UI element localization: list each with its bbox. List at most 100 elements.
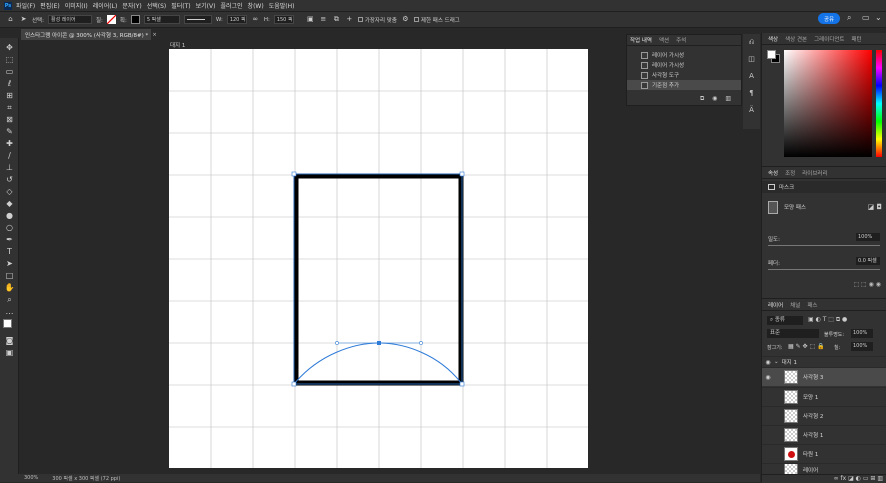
bezier-handle-left[interactable] bbox=[335, 341, 339, 345]
curved-path[interactable] bbox=[293, 342, 463, 385]
healing-brush-tool-icon[interactable]: ✚ bbox=[4, 138, 15, 149]
anchor-point-tr[interactable] bbox=[459, 171, 465, 177]
artboard-group-row[interactable]: ◉ ⌄ 대지 1 bbox=[762, 356, 886, 367]
character-panel-icon[interactable]: A bbox=[743, 72, 760, 84]
move-tool-icon[interactable]: ✥ bbox=[4, 42, 15, 53]
anchor-point-bl[interactable] bbox=[291, 381, 297, 387]
tab-patterns[interactable]: 패턴 bbox=[852, 35, 862, 43]
anchor-point-tl[interactable] bbox=[291, 171, 297, 177]
tab-libraries[interactable]: 라이브러리 bbox=[802, 169, 827, 177]
fill-field[interactable]: 100% bbox=[851, 342, 873, 351]
menu-dropdown-icon[interactable]: ⌄ bbox=[875, 13, 885, 23]
paragraph-panel-icon[interactable]: ¶ bbox=[743, 89, 760, 101]
tab-gradients[interactable]: 그레이디언트 bbox=[814, 35, 844, 43]
path-select-tool-icon[interactable]: ➤ bbox=[19, 15, 28, 24]
close-tab-icon[interactable]: × bbox=[152, 32, 157, 38]
artboard-label[interactable]: 대지 1 bbox=[170, 41, 185, 49]
tab-notes[interactable]: 주석 bbox=[676, 36, 686, 44]
menu-layer[interactable]: 레이어(L) bbox=[93, 1, 118, 10]
hand-tool-icon[interactable]: ✋ bbox=[4, 282, 15, 293]
vector-mask-thumbnail[interactable] bbox=[768, 200, 778, 214]
crop-tool-icon[interactable]: ⌗ bbox=[4, 102, 15, 113]
snapshot-icon[interactable]: ⧉ bbox=[700, 95, 704, 102]
layer-row[interactable]: 사각형 2 bbox=[762, 406, 886, 425]
tab-actions[interactable]: 액션 bbox=[659, 36, 669, 44]
path-selection-tool-icon[interactable]: ➤ bbox=[4, 258, 15, 269]
select-dropdown[interactable]: 활성 레이어 bbox=[47, 15, 92, 24]
more-tools-icon[interactable]: … bbox=[4, 306, 15, 317]
history-item[interactable]: 레이어 가시성 bbox=[627, 50, 741, 60]
dodge-tool-icon[interactable]: ○ bbox=[4, 222, 15, 233]
hue-slider[interactable] bbox=[876, 50, 882, 157]
clone-stamp-tool-icon[interactable]: ⊥ bbox=[4, 162, 15, 173]
glyphs-panel-icon[interactable]: Ä bbox=[743, 106, 760, 118]
rectangle-tool-icon[interactable]: □ bbox=[4, 270, 15, 281]
layer-row[interactable]: 타원 1 bbox=[762, 444, 886, 463]
type-tool-icon[interactable]: T bbox=[4, 246, 15, 257]
color-picker-field[interactable] bbox=[784, 50, 872, 157]
lasso-tool-icon[interactable]: ℓ bbox=[4, 78, 15, 89]
object-select-tool-icon[interactable]: ⊞ bbox=[4, 90, 15, 101]
photoshop-logo-icon[interactable]: Ps bbox=[4, 1, 12, 10]
artboard-canvas[interactable] bbox=[169, 49, 588, 468]
eraser-tool-icon[interactable]: ◇ bbox=[4, 186, 15, 197]
filter-icons[interactable]: ▣ ◐ T ⬚ ⧉ ● bbox=[808, 316, 847, 324]
stroke-swatch[interactable] bbox=[130, 15, 140, 24]
visibility-eye-icon[interactable]: ◉ bbox=[762, 359, 774, 366]
menu-view[interactable]: 보기(V) bbox=[196, 1, 216, 10]
menu-select[interactable]: 선택(S) bbox=[147, 1, 167, 10]
document-info[interactable]: 300 픽셀 x 300 픽셀 (72 ppi) bbox=[52, 475, 120, 482]
brush-tool-icon[interactable]: ∕ bbox=[4, 150, 15, 161]
layer-row[interactable]: 사각형 1 bbox=[762, 425, 886, 444]
stroke-width-field[interactable]: 5 픽셀 bbox=[143, 15, 180, 24]
layer-comps-icon[interactable]: ◫ bbox=[743, 55, 760, 67]
add-mask-icon[interactable]: ◪ ◘ bbox=[868, 203, 882, 211]
stroke-type-dropdown[interactable] bbox=[183, 15, 212, 24]
pen-tool-icon[interactable]: ✒ bbox=[4, 234, 15, 245]
properties-footer-icons[interactable]: ⬚ ⬚ ◉ ◉ bbox=[853, 281, 881, 288]
settings-gear-icon[interactable]: ⚙ bbox=[401, 15, 410, 24]
history-item[interactable]: 레이어 가시성 bbox=[627, 60, 741, 70]
layer-row[interactable]: ◉ 사각형 3 bbox=[762, 367, 886, 386]
blur-tool-icon[interactable]: ● bbox=[4, 210, 15, 221]
link-icon[interactable]: ∞ bbox=[251, 15, 260, 24]
add-anchor-icon[interactable]: + bbox=[345, 15, 354, 24]
align-edges-checkbox[interactable] bbox=[357, 17, 363, 22]
anchor-point-br[interactable] bbox=[459, 381, 465, 387]
tab-channels[interactable]: 채널 bbox=[790, 301, 800, 309]
camera-icon[interactable]: ◉ bbox=[712, 95, 717, 102]
tab-adjustments[interactable]: 조정 bbox=[785, 169, 795, 177]
menu-image[interactable]: 이미지(I) bbox=[65, 1, 88, 10]
color-foreground-swatch[interactable] bbox=[767, 50, 776, 59]
layer-filter-dropdown[interactable]: ⌕ 종류 bbox=[767, 316, 803, 325]
menu-type[interactable]: 문자(Y) bbox=[122, 1, 141, 10]
path-arrangement-icon[interactable]: ⧉ bbox=[332, 15, 341, 24]
trash-icon[interactable]: ▥ bbox=[725, 95, 731, 102]
chevron-down-icon[interactable]: ⌄ bbox=[774, 359, 779, 365]
share-button[interactable]: 공유 bbox=[818, 13, 840, 24]
frame-tool-icon[interactable]: ⊠ bbox=[4, 114, 15, 125]
anchor-point-top[interactable] bbox=[377, 341, 381, 345]
menu-edit[interactable]: 편집(E) bbox=[40, 1, 60, 10]
menu-window[interactable]: 창(W) bbox=[248, 1, 264, 10]
workspace-icon[interactable]: ▭ bbox=[862, 13, 872, 23]
lock-icons[interactable]: ▦ ✎ ✥ ⬚ 🔒 bbox=[788, 343, 825, 350]
tab-layers[interactable]: 레이어 bbox=[768, 301, 783, 309]
marquee-tool-icon[interactable]: ▭ bbox=[4, 66, 15, 77]
history-item[interactable]: 사각형 도구 bbox=[627, 70, 741, 80]
tab-history[interactable]: 작업 내역 bbox=[630, 36, 652, 44]
rectangle-shape[interactable] bbox=[293, 173, 464, 386]
tab-properties[interactable]: 속성 bbox=[768, 169, 778, 177]
density-slider[interactable] bbox=[768, 245, 880, 246]
width-field[interactable]: 120 픽 bbox=[226, 15, 247, 24]
feather-field[interactable]: 0.0 픽셀 bbox=[856, 257, 880, 265]
tab-color[interactable]: 색상 bbox=[768, 35, 778, 43]
layer-row[interactable]: 모양 1 bbox=[762, 387, 886, 406]
tab-swatches[interactable]: 색상 견본 bbox=[785, 35, 807, 43]
history-brush-tool-icon[interactable]: ↺ bbox=[4, 174, 15, 185]
home-icon[interactable]: ⌂ bbox=[6, 15, 15, 24]
menu-filter[interactable]: 필터(T) bbox=[171, 1, 190, 10]
history-panel-icon[interactable]: ⎌ bbox=[743, 38, 760, 50]
artboard-tool-icon[interactable]: ⬚ bbox=[4, 54, 15, 65]
screen-mode-icon[interactable]: ▣ bbox=[4, 347, 15, 358]
